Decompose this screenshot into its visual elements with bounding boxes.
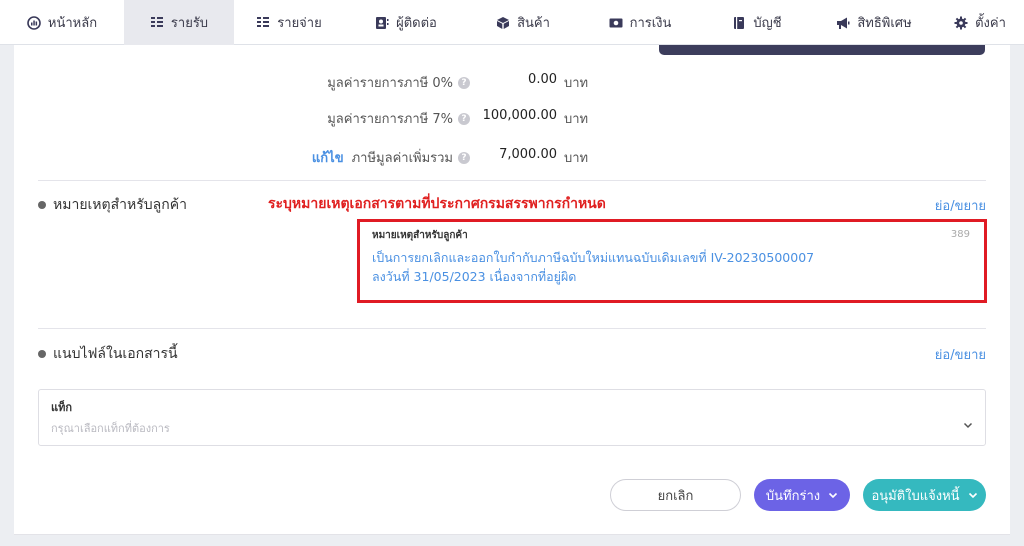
button-label: ยกเลิก — [657, 488, 694, 504]
megaphone-icon — [837, 17, 850, 29]
attachments-collapse-link[interactable]: ย่อ/ขยาย — [935, 344, 986, 365]
nav-item-contacts[interactable]: ผู้ติดต่อ — [344, 0, 468, 45]
summary-label-text: ภาษีมูลค่าเพิ่มรวม — [351, 151, 453, 166]
chevron-down-icon — [829, 492, 838, 499]
chevron-down-icon — [963, 422, 973, 429]
income-icon — [150, 16, 163, 27]
tag-label: แท็ก — [51, 401, 73, 414]
help-icon[interactable]: ? — [458, 76, 470, 89]
gear-icon — [954, 16, 968, 29]
money-icon — [609, 18, 623, 27]
contacts-icon — [376, 16, 389, 29]
nav-label: ผู้ติดต่อ — [396, 16, 437, 31]
summary-value: 0.00 — [528, 72, 557, 87]
document-form-card: มูลค่ารายการภาษี 0% ? 0.00 บาท มูลค่าราย… — [14, 45, 1010, 535]
remark-char-count: 389 — [950, 229, 970, 240]
attachments-section-title: แนบไฟล์ในเอกสารนี้ — [38, 343, 178, 365]
nav-label: บัญชี — [753, 16, 782, 31]
summary-label: มูลค่ารายการภาษี 7% ? — [327, 108, 470, 129]
tag-placeholder: กรุณาเลือกแท็กที่ต้องการ — [51, 422, 170, 435]
summary-value: 100,000.00 — [482, 108, 557, 123]
remark-field-label: หมายเหตุสำหรับลูกค้า — [372, 230, 468, 241]
section-title-text: แนบไฟล์ในเอกสารนี้ — [53, 346, 178, 362]
chevron-down-icon — [968, 492, 977, 499]
top-nav: หน้าหลัก รายรับ รายจ่าย ผู้ติดต่อ สินค้า… — [0, 0, 1024, 45]
remark-textarea[interactable]: หมายเหตุสำหรับลูกค้า 389 เป็นการยกเลิกแล… — [357, 219, 987, 303]
book-icon — [734, 16, 745, 29]
nav-label: สิทธิพิเศษ — [857, 16, 912, 31]
help-icon[interactable]: ? — [458, 112, 470, 125]
expense-icon — [257, 16, 270, 27]
summary-label-text: มูลค่ารายการภาษี 7% — [327, 112, 453, 127]
summary-label: มูลค่ารายการภาษี 0% ? — [327, 72, 470, 93]
section-title-text: หมายเหตุสำหรับลูกค้า — [53, 197, 187, 213]
nav-item-privileges[interactable]: สิทธิพิเศษ — [812, 0, 936, 45]
edit-vat-link[interactable]: แก้ไข — [312, 147, 344, 168]
button-label: บันทึกร่าง — [765, 488, 821, 504]
bullet-icon — [38, 350, 46, 358]
summary-unit: บาท — [564, 151, 589, 166]
nav-label: ตั้งค่า — [975, 16, 1006, 31]
remark-annotation: ระบุหมายเหตุเอกสารตามที่ประกาศกรมสรรพากร… — [268, 196, 606, 212]
summary-unit: บาท — [564, 112, 589, 127]
divider — [38, 180, 986, 181]
divider — [38, 328, 986, 329]
remarks-collapse-link[interactable]: ย่อ/ขยาย — [935, 195, 986, 216]
nav-item-products[interactable]: สินค้า — [468, 0, 578, 45]
nav-label: หน้าหลัก — [47, 16, 98, 31]
nav-item-settings[interactable]: ตั้งค่า — [936, 0, 1024, 45]
approve-invoice-button[interactable]: อนุมัติใบแจ้งหนี้ — [863, 479, 986, 511]
nav-label: รายรับ — [170, 16, 209, 31]
summary-unit: บาท — [564, 76, 589, 91]
button-label: อนุมัติใบแจ้งหนี้ — [871, 488, 960, 504]
summary-row-vat-total: แก้ไข ภาษีมูลค่าเพิ่มรวม ? 7,000.00 บาท — [14, 145, 1010, 168]
tag-select[interactable]: แท็ก กรุณาเลือกแท็กที่ต้องการ — [38, 389, 986, 446]
summary-value: 7,000.00 — [499, 147, 557, 162]
nav-item-expense[interactable]: รายจ่าย — [234, 0, 344, 45]
cancel-button[interactable]: ยกเลิก — [610, 479, 741, 511]
nav-item-finance[interactable]: การเงิน — [578, 0, 702, 45]
box-icon — [497, 16, 510, 29]
remarks-section-title: หมายเหตุสำหรับลูกค้า — [38, 194, 187, 216]
nav-label: รายจ่าย — [277, 16, 322, 31]
nav-item-income[interactable]: รายรับ — [124, 0, 234, 45]
bullet-icon — [38, 201, 46, 209]
remark-text-line: ลงวันที่ 31/05/2023 เนื่องจากที่อยู่ผิด — [372, 269, 577, 284]
summary-row-vat-7: มูลค่ารายการภาษี 7% ? 100,000.00 บาท — [14, 106, 1010, 129]
summary-row-vat-0: มูลค่ารายการภาษี 0% ? 0.00 บาท — [14, 70, 1010, 93]
dashboard-icon — [27, 15, 41, 30]
summary-label-text: มูลค่ารายการภาษี 0% — [327, 76, 453, 91]
remark-text-line: เป็นการยกเลิกและออกใบกำกับภาษีฉบับใหม่แท… — [372, 250, 815, 265]
nav-label: สินค้า — [517, 16, 550, 31]
nav-label: การเงิน — [629, 16, 672, 31]
save-draft-button[interactable]: บันทึกร่าง — [754, 479, 850, 511]
nav-item-accounting[interactable]: บัญชี — [702, 0, 812, 45]
total-summary-bar — [659, 45, 985, 55]
nav-item-home[interactable]: หน้าหลัก — [0, 0, 124, 45]
summary-label: แก้ไข ภาษีมูลค่าเพิ่มรวม ? — [312, 147, 470, 168]
remark-text: เป็นการยกเลิกและออกใบกำกับภาษีฉบับใหม่แท… — [372, 248, 972, 286]
help-icon[interactable]: ? — [458, 151, 470, 164]
